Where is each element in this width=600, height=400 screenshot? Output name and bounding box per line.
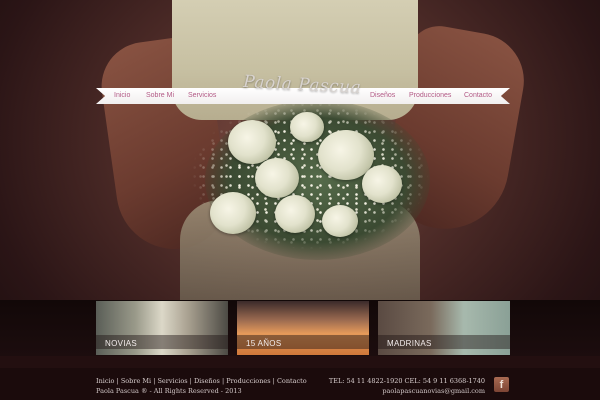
site-logo[interactable]: Paola Pascua (241, 72, 362, 108)
white-rose (362, 165, 402, 203)
category-novias[interactable]: NOVIAS (96, 301, 228, 355)
facebook-icon[interactable]: f (494, 377, 509, 392)
footer-link-sobre-mi[interactable]: Sobre Mi (121, 377, 151, 385)
nav-item-inicio[interactable]: Inicio (114, 88, 130, 104)
white-rose (228, 120, 276, 164)
white-rose (210, 192, 256, 234)
nav-item-servicios[interactable]: Servicios (188, 88, 216, 104)
category-label: NOVIAS (105, 339, 138, 348)
category-label: 15 AÑOS (246, 339, 282, 348)
white-rose (255, 158, 299, 198)
footer-links: Inicio | Sobre Mi | Servicios | Diseños … (96, 377, 307, 385)
white-rose (322, 205, 358, 237)
copyright-text: Paola Pascua ® - All Rights Reserved - 2… (96, 387, 242, 395)
nav-item-disenos[interactable]: Diseños (370, 88, 395, 104)
contact-phones: TEL: 54 11 4822-1920 CEL: 54 9 11 6368-1… (328, 377, 485, 385)
nav-item-producciones[interactable]: Producciones (409, 88, 451, 104)
footer-divider (0, 356, 600, 368)
category-15-anos[interactable]: 15 AÑOS (237, 301, 369, 355)
footer-link-inicio[interactable]: Inicio (96, 377, 114, 385)
footer-link-servicios[interactable]: Servicios (157, 377, 187, 385)
nav-item-sobre-mi[interactable]: Sobre Mi (146, 88, 174, 104)
category-madrinas[interactable]: MADRINAS (378, 301, 510, 355)
nav-item-contacto[interactable]: Contacto (464, 88, 492, 104)
white-rose (275, 195, 315, 233)
footer-link-contacto[interactable]: Contacto (277, 377, 307, 385)
category-label: MADRINAS (387, 339, 432, 348)
footer-link-producciones[interactable]: Producciones (226, 377, 270, 385)
white-rose (290, 112, 324, 142)
contact-email[interactable]: paolapascuanovias@gmail.com (382, 387, 485, 395)
hero-photo (0, 0, 600, 300)
footer-link-disenos[interactable]: Diseños (194, 377, 220, 385)
